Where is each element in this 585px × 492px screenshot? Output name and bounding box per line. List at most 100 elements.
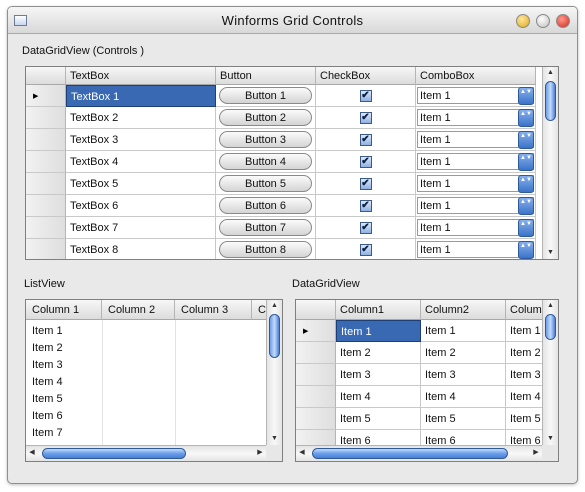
title-bar[interactable]: Winforms Grid Controls xyxy=(8,7,577,34)
row-header[interactable] xyxy=(26,217,66,239)
row-header[interactable]: ▶ xyxy=(26,85,66,107)
grid-button[interactable]: Button 8 xyxy=(219,241,312,258)
grid-combobox[interactable]: Item 1 ▲▼ xyxy=(417,153,534,171)
updown-chevron-icon[interactable]: ▲▼ xyxy=(518,87,534,105)
grid-checkbox[interactable]: ✔ xyxy=(359,221,372,234)
updown-chevron-icon[interactable]: ▲▼ xyxy=(518,153,534,171)
column-header[interactable]: CheckBox xyxy=(316,67,416,85)
row-header[interactable] xyxy=(296,364,336,386)
row-header[interactable] xyxy=(296,342,336,364)
list-item[interactable]: Item 6 xyxy=(32,408,92,425)
textbox-cell[interactable]: TextBox 1 xyxy=(66,85,216,107)
textbox-cell[interactable]: TextBox 2 xyxy=(66,107,216,129)
row-header[interactable] xyxy=(26,195,66,217)
grid-combobox[interactable]: Item 1 ▲▼ xyxy=(417,219,534,237)
grid-button[interactable]: Button 1 xyxy=(219,87,312,104)
scroll-up-arrow-icon[interactable]: ▲ xyxy=(543,300,558,312)
grid-combobox[interactable]: Item 1 ▲▼ xyxy=(417,131,534,149)
grid-combobox[interactable]: Item 1 ▲▼ xyxy=(417,197,534,215)
grid-button[interactable]: Button 4 xyxy=(219,153,312,170)
grid-button[interactable]: Button 3 xyxy=(219,131,312,148)
grid-combobox[interactable]: Item 1 ▲▼ xyxy=(417,87,534,105)
updown-chevron-icon[interactable]: ▲▼ xyxy=(518,131,534,149)
row-header[interactable] xyxy=(296,386,336,408)
horizontal-scrollbar[interactable]: ◀ ▶ xyxy=(26,445,266,461)
textbox-cell[interactable]: TextBox 7 xyxy=(66,217,216,239)
scroll-left-arrow-icon[interactable]: ◀ xyxy=(26,447,38,459)
grid-checkbox[interactable]: ✔ xyxy=(359,155,372,168)
updown-chevron-icon[interactable]: ▲▼ xyxy=(518,109,534,127)
column-header[interactable]: Column 1 xyxy=(26,300,102,320)
grid-cell[interactable]: Item 1 xyxy=(336,320,421,342)
grid-cell[interactable]: Item 5 xyxy=(336,408,421,430)
row-header[interactable] xyxy=(26,239,66,259)
grid-button[interactable]: Button 6 xyxy=(219,197,312,214)
row-header[interactable] xyxy=(26,151,66,173)
row-header[interactable] xyxy=(26,173,66,195)
grid-checkbox[interactable]: ✔ xyxy=(359,177,372,190)
scroll-thumb[interactable] xyxy=(269,314,280,358)
row-header[interactable] xyxy=(296,408,336,430)
grid-button[interactable]: Button 2 xyxy=(219,109,312,126)
list-item[interactable]: Item 1 xyxy=(32,323,92,340)
scroll-thumb[interactable] xyxy=(545,314,556,340)
grid-button[interactable]: Button 7 xyxy=(219,219,312,236)
grid-cell[interactable]: Item 5 xyxy=(421,408,506,430)
grid-combobox[interactable]: Item 1 ▲▼ xyxy=(417,175,534,193)
scroll-thumb[interactable] xyxy=(545,81,556,121)
grid-checkbox[interactable]: ✔ xyxy=(359,199,372,212)
row-header[interactable] xyxy=(26,129,66,151)
grid-checkbox[interactable]: ✔ xyxy=(359,111,372,124)
scroll-thumb[interactable] xyxy=(42,448,186,459)
column-header[interactable]: Button xyxy=(216,67,316,85)
column-header[interactable]: TextBox xyxy=(66,67,216,85)
scroll-down-arrow-icon[interactable]: ▼ xyxy=(267,433,282,445)
grid-cell[interactable]: Item 4 xyxy=(421,386,506,408)
grid-combobox[interactable]: Item 1 ▲▼ xyxy=(417,109,534,127)
datagridview-controls[interactable]: TextBox Button CheckBox ComboBox ▶ TextBox 1B… xyxy=(25,66,559,260)
column-header[interactable]: Column1 xyxy=(336,300,421,320)
scroll-down-arrow-icon[interactable]: ▼ xyxy=(543,247,558,259)
column-header[interactable]: ComboBox xyxy=(416,67,536,85)
scroll-right-arrow-icon[interactable]: ▶ xyxy=(530,447,542,459)
textbox-cell[interactable]: TextBox 5 xyxy=(66,173,216,195)
grid-checkbox[interactable]: ✔ xyxy=(359,89,372,102)
grid-cell[interactable]: Item 4 xyxy=(336,386,421,408)
scroll-up-arrow-icon[interactable]: ▲ xyxy=(543,67,558,79)
list-item[interactable]: Item 3 xyxy=(32,357,92,374)
scroll-thumb[interactable] xyxy=(312,448,508,459)
column-header[interactable]: Column2 xyxy=(421,300,506,320)
grid-cell[interactable]: Item 1 xyxy=(421,320,506,342)
list-item[interactable]: Item 4 xyxy=(32,374,92,391)
scroll-up-arrow-icon[interactable]: ▲ xyxy=(267,300,282,312)
grid-cell[interactable]: Item 2 xyxy=(336,342,421,364)
horizontal-scrollbar[interactable]: ◀ ▶ xyxy=(296,445,542,461)
updown-chevron-icon[interactable]: ▲▼ xyxy=(518,219,534,237)
scroll-left-arrow-icon[interactable]: ◀ xyxy=(296,447,308,459)
list-item[interactable]: Item 5 xyxy=(32,391,92,408)
close-icon[interactable] xyxy=(556,14,570,28)
list-item[interactable]: Item 2 xyxy=(32,340,92,357)
textbox-cell[interactable]: TextBox 6 xyxy=(66,195,216,217)
vertical-scrollbar[interactable]: ▲ ▼ xyxy=(542,67,558,259)
textbox-cell[interactable]: TextBox 3 xyxy=(66,129,216,151)
datagridview[interactable]: Column1 Column2 Column3 ▶ Item 1 Item 1 Item 1… xyxy=(295,299,559,462)
row-header[interactable]: ▶ xyxy=(296,320,336,342)
updown-chevron-icon[interactable]: ▲▼ xyxy=(518,241,534,259)
grid-button[interactable]: Button 5 xyxy=(219,175,312,192)
row-header[interactable] xyxy=(26,107,66,129)
grid-cell[interactable]: Item 3 xyxy=(336,364,421,386)
column-header[interactable]: Column 3 xyxy=(175,300,252,320)
listview[interactable]: Column 1 Column 2 Column 3 C Item 1 Item 2 Ite… xyxy=(25,299,283,462)
vertical-scrollbar[interactable]: ▲ ▼ xyxy=(542,300,558,445)
textbox-cell[interactable]: TextBox 4 xyxy=(66,151,216,173)
textbox-cell[interactable]: TextBox 8 xyxy=(66,239,216,259)
zoom-icon[interactable] xyxy=(536,14,550,28)
list-item[interactable]: Item 7 xyxy=(32,425,92,442)
vertical-scrollbar[interactable]: ▲ ▼ xyxy=(266,300,282,445)
scroll-right-arrow-icon[interactable]: ▶ xyxy=(254,447,266,459)
grid-checkbox[interactable]: ✔ xyxy=(359,243,372,256)
grid-cell[interactable]: Item 2 xyxy=(421,342,506,364)
scroll-down-arrow-icon[interactable]: ▼ xyxy=(543,433,558,445)
minimize-icon[interactable] xyxy=(516,14,530,28)
